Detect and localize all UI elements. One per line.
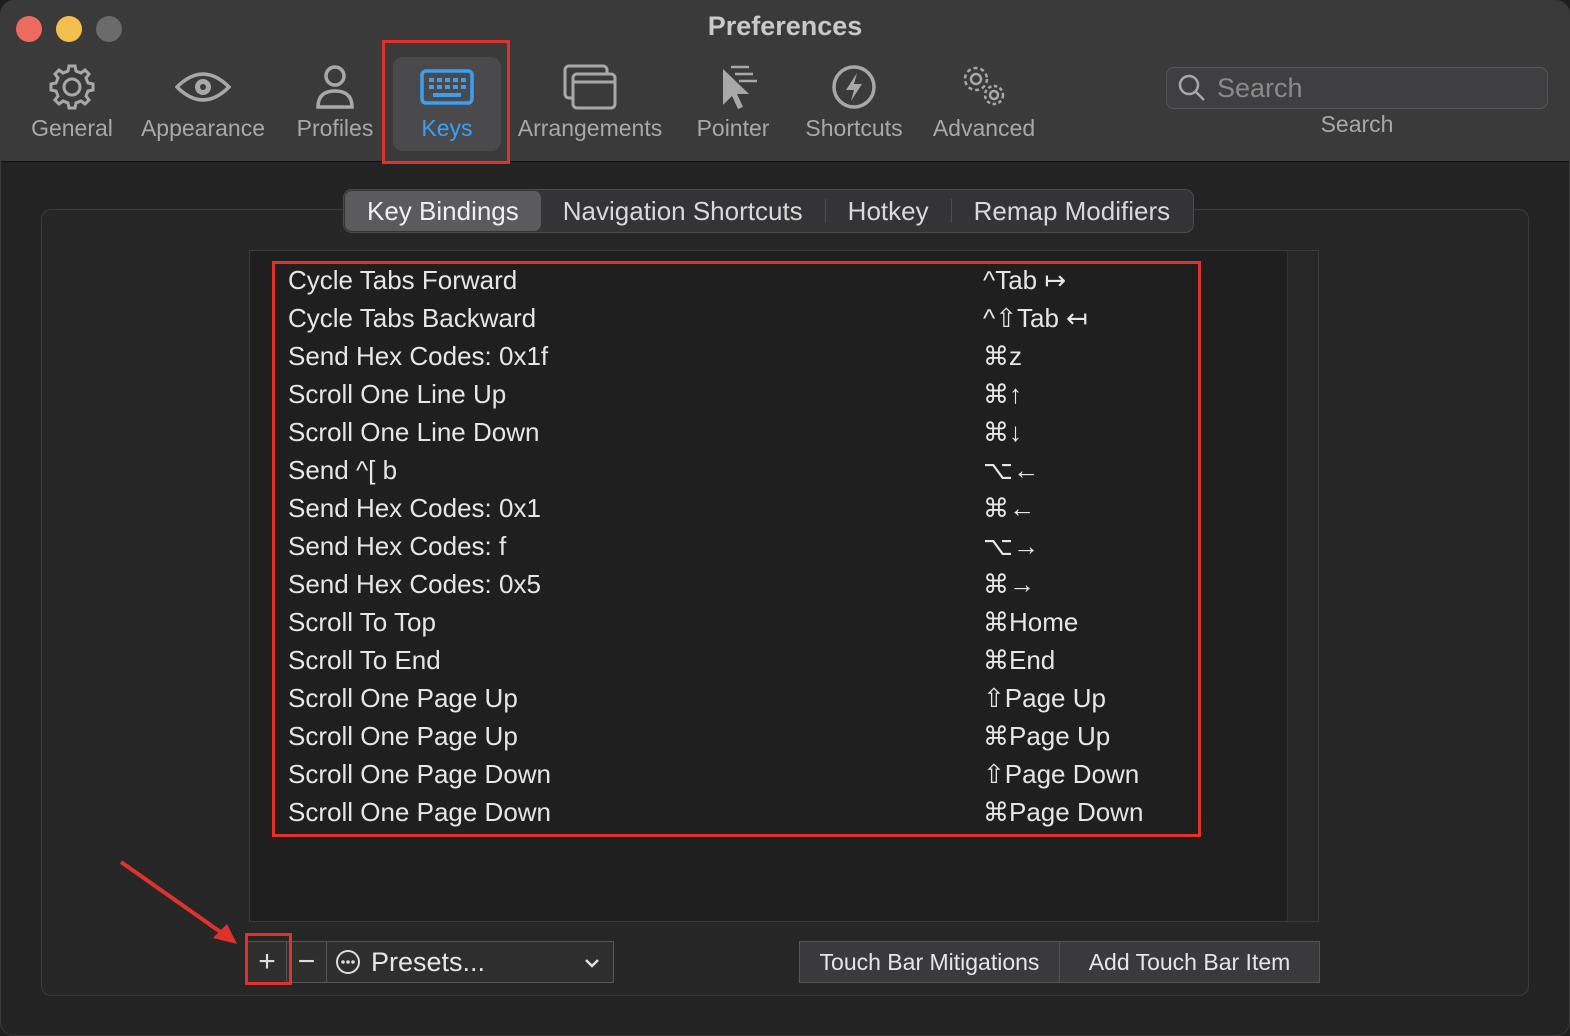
binding-row[interactable]: Scroll To End ⌘End bbox=[288, 641, 1188, 679]
eye-icon bbox=[175, 72, 231, 102]
binding-action: Send Hex Codes: 0x1 bbox=[288, 492, 541, 523]
toolbar-label: Advanced bbox=[932, 115, 1036, 141]
lightning-icon bbox=[832, 65, 876, 109]
binding-row[interactable]: Send Hex Codes: 0x1f ⌘z bbox=[288, 337, 1188, 375]
binding-keys: ⌘Page Down bbox=[983, 796, 1144, 827]
key-bindings-table[interactable]: Cycle Tabs Forward ^Tab ↦ Cycle Tabs Backw… bbox=[249, 250, 1319, 922]
toolbar-item-advanced[interactable]: Advanced bbox=[931, 61, 1037, 151]
binding-action: Scroll One Page Down bbox=[288, 796, 552, 827]
toolbar-label: Profiles bbox=[296, 115, 374, 141]
binding-action: Send Hex Codes: f bbox=[288, 530, 507, 561]
toolbar-item-appearance[interactable]: Appearance bbox=[139, 61, 267, 151]
remove-binding-button[interactable]: − bbox=[287, 941, 327, 983]
toolbar-item-shortcuts[interactable]: Shortcuts bbox=[801, 61, 907, 151]
binding-row[interactable]: Send Hex Codes: f ⌥→ bbox=[288, 527, 1188, 565]
binding-keys: ^Tab ↦ bbox=[983, 264, 1067, 295]
binding-action: Scroll One Page Up bbox=[288, 720, 518, 751]
binding-row[interactable]: Send ^[ b ⌥← bbox=[288, 451, 1188, 489]
binding-action: Scroll One Line Up bbox=[288, 378, 507, 409]
binding-action: Send ^[ b bbox=[288, 454, 398, 485]
tab-key-bindings[interactable]: Key Bindings bbox=[345, 191, 541, 231]
annotation-arrow-icon bbox=[119, 860, 237, 944]
windows-icon bbox=[563, 64, 617, 110]
binding-action: Send Hex Codes: 0x1f bbox=[288, 340, 549, 371]
binding-row[interactable]: Scroll To Top ⌘Home bbox=[288, 603, 1188, 641]
binding-keys: ^⇧Tab ↤ bbox=[983, 302, 1088, 333]
binding-row[interactable]: Send Hex Codes: 0x5 ⌘→ bbox=[288, 565, 1188, 603]
toolbar-label: General bbox=[31, 115, 113, 141]
toolbar-label: Pointer bbox=[696, 115, 770, 141]
binding-row[interactable]: Scroll One Page Up ⇧Page Up bbox=[288, 679, 1188, 717]
toolbar-item-keys[interactable]: Keys bbox=[393, 57, 501, 151]
binding-action: Scroll To End bbox=[288, 644, 441, 675]
chevron-down-icon bbox=[585, 959, 599, 968]
presets-dropdown[interactable]: Presets... bbox=[327, 941, 614, 983]
binding-action: Cycle Tabs Forward bbox=[288, 264, 518, 295]
keyboard-icon bbox=[420, 69, 474, 105]
bottom-controls: + − Presets... bbox=[247, 941, 614, 983]
toolbar: Preferences General Appearance Profiles … bbox=[1, 1, 1569, 162]
toolbar-label: Keys bbox=[421, 115, 473, 141]
binding-keys: ⌘End bbox=[983, 644, 1056, 675]
toolbar-label: Shortcuts bbox=[805, 115, 903, 141]
binding-row[interactable]: Send Hex Codes: 0x1 ⌘← bbox=[288, 489, 1188, 527]
binding-keys: ⌘→ bbox=[983, 568, 1035, 599]
key-bindings-list: Cycle Tabs Forward ^Tab ↦ Cycle Tabs Backw… bbox=[288, 261, 1188, 831]
tab-navigation-shortcuts[interactable]: Navigation Shortcuts bbox=[541, 191, 825, 231]
binding-keys: ⌘z bbox=[983, 340, 1022, 371]
gears-icon bbox=[963, 66, 1005, 106]
preferences-window: Preferences General Appearance Profiles … bbox=[0, 0, 1570, 1036]
person-icon bbox=[316, 65, 354, 109]
window-title: Preferences bbox=[707, 11, 863, 41]
toolbar-item-arrangements[interactable]: Arrangements bbox=[515, 61, 665, 151]
binding-row[interactable]: Cycle Tabs Forward ^Tab ↦ bbox=[288, 261, 1188, 299]
binding-row[interactable]: Scroll One Line Up ⌘↑ bbox=[288, 375, 1188, 413]
toolbar-label: Appearance bbox=[140, 115, 266, 141]
binding-keys: ⌘Page Up bbox=[983, 720, 1111, 751]
binding-keys: ⌥← bbox=[983, 454, 1039, 485]
binding-keys: ⌘↑ bbox=[983, 378, 1022, 409]
search-label: Search bbox=[1320, 111, 1394, 137]
binding-action: Scroll To Top bbox=[288, 606, 436, 637]
binding-action: Scroll One Page Up bbox=[288, 682, 518, 713]
binding-action: Scroll One Page Down bbox=[288, 758, 552, 789]
vertical-scrollbar[interactable] bbox=[1287, 251, 1318, 921]
binding-row[interactable]: Scroll One Page Up ⌘Page Up bbox=[288, 717, 1188, 755]
tab-bar: Key Bindings Navigation Shortcuts Hotkey… bbox=[343, 189, 1195, 233]
binding-keys: ⇧Page Down bbox=[983, 758, 1140, 789]
binding-row[interactable]: Scroll One Page Down ⇧Page Down bbox=[288, 755, 1188, 793]
presets-label: Presets... bbox=[371, 946, 486, 977]
search-input[interactable] bbox=[1215, 71, 1519, 105]
toolbar-item-pointer[interactable]: Pointer bbox=[693, 61, 773, 151]
binding-action: Send Hex Codes: 0x5 bbox=[288, 568, 541, 599]
binding-keys: ⌥→ bbox=[983, 530, 1039, 561]
add-binding-button[interactable]: + bbox=[247, 941, 287, 983]
binding-row[interactable]: Cycle Tabs Backward ^⇧Tab ↤ bbox=[288, 299, 1188, 337]
ellipsis-circle-icon bbox=[336, 950, 360, 974]
search-icon bbox=[1178, 74, 1205, 101]
binding-keys: ⌘Home bbox=[983, 606, 1079, 637]
toolbar-item-general[interactable]: General bbox=[29, 61, 115, 151]
binding-keys: ⌘↓ bbox=[983, 416, 1022, 447]
binding-action: Scroll One Line Down bbox=[288, 416, 540, 447]
tab-remap-modifiers[interactable]: Remap Modifiers bbox=[952, 191, 1193, 231]
toolbar-label: Arrangements bbox=[517, 115, 663, 141]
tab-hotkey[interactable]: Hotkey bbox=[826, 191, 951, 231]
binding-row[interactable]: Scroll One Line Down ⌘↓ bbox=[288, 413, 1188, 451]
search-field[interactable] bbox=[1166, 67, 1548, 109]
add-touch-bar-item-button[interactable]: Add Touch Bar Item bbox=[1059, 941, 1320, 983]
toolbar-item-profiles[interactable]: Profiles bbox=[293, 61, 377, 151]
touch-bar-mitigations-button[interactable]: Touch Bar Mitigations bbox=[799, 941, 1060, 983]
binding-keys: ⇧Page Up bbox=[983, 682, 1106, 713]
binding-keys: ⌘← bbox=[983, 492, 1035, 523]
binding-action: Cycle Tabs Backward bbox=[288, 302, 537, 333]
binding-row[interactable]: Scroll One Page Down ⌘Page Down bbox=[288, 793, 1188, 831]
pointer-icon bbox=[723, 65, 757, 109]
gear-icon bbox=[49, 64, 95, 110]
